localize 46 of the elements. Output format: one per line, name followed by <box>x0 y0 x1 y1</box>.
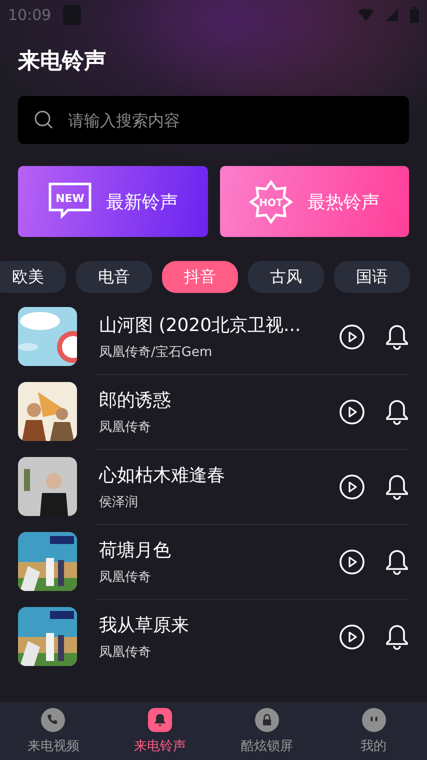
play-button[interactable] <box>339 324 365 350</box>
song-artist: 凤凰传奇 <box>99 418 152 436</box>
nav-tab[interactable]: 酷炫锁屏 <box>214 702 320 760</box>
search-bar[interactable]: 请输入搜索内容 <box>18 96 409 144</box>
phone-icon <box>41 708 66 732</box>
song-title: 我从草原来 <box>99 614 190 636</box>
play-button[interactable] <box>339 398 365 424</box>
notification-icon <box>63 5 82 25</box>
category-tab[interactable]: 电音 <box>76 261 152 293</box>
song-title: 山河图 (2020北京卫视... <box>99 314 302 336</box>
song-artist: 凤凰传奇 <box>99 568 152 586</box>
song-artist: 侯泽润 <box>99 494 139 510</box>
bell-button[interactable] <box>385 624 409 650</box>
bell-button[interactable] <box>385 548 409 574</box>
nav-tab[interactable]: 我的 <box>320 702 427 760</box>
nav-tab[interactable]: 来电铃声 <box>106 702 214 760</box>
hot-ringtones-button[interactable]: HOT 最热铃声 <box>220 166 409 237</box>
bell-button[interactable] <box>385 474 409 500</box>
new-badge-icon: NEW <box>48 182 92 222</box>
play-button[interactable] <box>339 624 365 650</box>
play-button[interactable] <box>339 474 365 500</box>
page-title: 来电铃声 <box>18 48 107 76</box>
category-tab[interactable]: 国语 <box>334 261 410 293</box>
song-title: 荷塘月色 <box>99 538 172 562</box>
song-title: 心如枯木难逢春 <box>99 464 226 486</box>
bell-button[interactable] <box>385 324 409 350</box>
category-tab[interactable]: 古风 <box>248 261 324 293</box>
search-icon <box>34 110 54 130</box>
status-time: 10:09 <box>8 6 52 24</box>
signal-icon <box>386 9 398 21</box>
song-title: 郎的诱惑 <box>99 388 172 412</box>
wifi-icon <box>358 9 374 21</box>
play-button[interactable] <box>339 548 365 574</box>
face-icon <box>362 708 386 732</box>
lock-icon <box>254 708 279 732</box>
new-ringtones-button[interactable]: NEW 最新铃声 <box>18 166 208 237</box>
song-artist: 凤凰传奇/宝石Gem <box>99 344 214 360</box>
nav-tab[interactable]: 来电视频 <box>0 702 107 760</box>
bell-button[interactable] <box>385 398 409 424</box>
category-tab[interactable]: 抖音 <box>162 261 238 293</box>
song-artist: 凤凰传奇 <box>99 644 152 660</box>
hot-badge-icon: HOT <box>249 180 294 224</box>
category-tab[interactable]: 欧美 <box>0 261 66 293</box>
search-field[interactable]: 请输入搜索内容 <box>66 110 393 130</box>
bell-icon <box>148 708 172 732</box>
battery-icon <box>410 7 419 23</box>
